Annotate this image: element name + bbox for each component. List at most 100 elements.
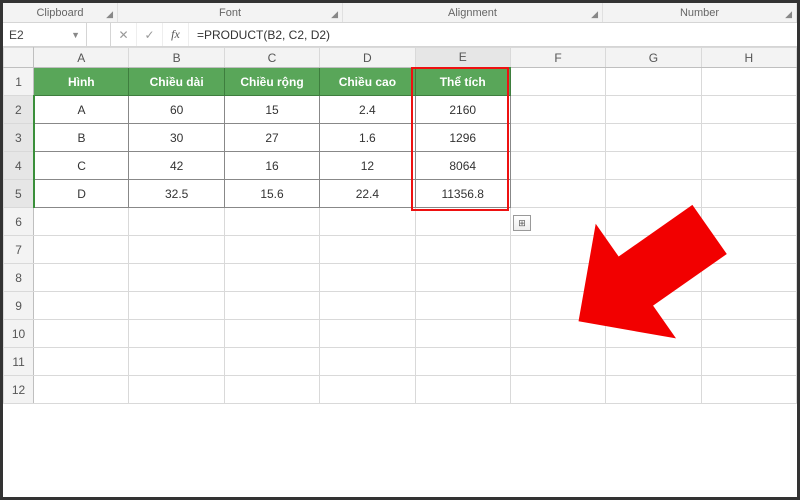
cell-A5[interactable]: D xyxy=(34,180,129,208)
spreadsheet-grid[interactable]: A B C D E F G H 1 Hình Chiều dài Chiều r… xyxy=(3,47,797,404)
cell-B2[interactable]: 60 xyxy=(129,96,224,124)
cell-F2[interactable] xyxy=(510,96,605,124)
name-box[interactable]: E2 ▼ xyxy=(3,23,87,46)
ribbon-group-label: Font xyxy=(219,7,241,19)
formula-text: =PRODUCT(B2, C2, D2) xyxy=(197,28,330,42)
cell-H3[interactable] xyxy=(701,124,796,152)
row-header-1[interactable]: 1 xyxy=(4,68,34,96)
row-header-5[interactable]: 5 xyxy=(4,180,34,208)
ribbon-group-clipboard: Clipboard ◢ xyxy=(3,3,118,22)
grid-row: 9 xyxy=(4,292,797,320)
cell-G4[interactable] xyxy=(606,152,701,180)
dialog-launcher-icon[interactable]: ◢ xyxy=(591,9,598,20)
cell-F4[interactable] xyxy=(510,152,605,180)
col-header-A[interactable]: A xyxy=(34,48,129,68)
col-header-C[interactable]: C xyxy=(224,48,319,68)
ribbon-group-font: Font ◢ xyxy=(118,3,343,22)
autofill-options-icon: ⊞ xyxy=(518,218,526,229)
row-header-8[interactable]: 8 xyxy=(4,264,34,292)
cell-D1[interactable]: Chiều cao xyxy=(320,68,415,96)
cell-F5[interactable] xyxy=(510,180,605,208)
cell-F3[interactable] xyxy=(510,124,605,152)
cell-B1[interactable]: Chiều dài xyxy=(129,68,224,96)
col-header-D[interactable]: D xyxy=(320,48,415,68)
insert-function-button[interactable]: fx xyxy=(163,23,189,46)
formula-enter-button[interactable]: ✓ xyxy=(137,23,163,46)
cell-E2[interactable]: 2160 xyxy=(415,96,510,124)
cell-G1[interactable] xyxy=(606,68,701,96)
cell-D2[interactable]: 2.4 xyxy=(320,96,415,124)
close-icon: ✕ xyxy=(118,28,128,42)
cell-A3[interactable]: B xyxy=(34,124,129,152)
cell-E3[interactable]: 1296 xyxy=(415,124,510,152)
chevron-down-icon[interactable]: ▼ xyxy=(71,30,80,40)
row-header-10[interactable]: 10 xyxy=(4,320,34,348)
dialog-launcher-icon[interactable]: ◢ xyxy=(331,9,338,20)
formula-input[interactable]: =PRODUCT(B2, C2, D2) xyxy=(189,23,797,46)
grid-row: 4 C 42 16 12 8064 xyxy=(4,152,797,180)
cell-H2[interactable] xyxy=(701,96,796,124)
row-header-3[interactable]: 3 xyxy=(4,124,34,152)
column-header-row: A B C D E F G H xyxy=(4,48,797,68)
dialog-launcher-icon[interactable]: ◢ xyxy=(106,9,113,20)
col-header-B[interactable]: B xyxy=(129,48,224,68)
formula-cancel-button[interactable]: ✕ xyxy=(111,23,137,46)
row-header-6[interactable]: 6 xyxy=(4,208,34,236)
grid-row: 11 xyxy=(4,348,797,376)
ribbon-group-alignment: Alignment ◢ xyxy=(343,3,603,22)
cell-D5[interactable]: 22.4 xyxy=(320,180,415,208)
ribbon-group-label: Number xyxy=(680,7,719,19)
grid-row: 3 B 30 27 1.6 1296 xyxy=(4,124,797,152)
cell-A4[interactable]: C xyxy=(34,152,129,180)
formula-bar-row: E2 ▼ ✕ ✓ fx =PRODUCT(B2, C2, D2) xyxy=(3,23,797,47)
name-box-value: E2 xyxy=(9,28,24,42)
cell-H4[interactable] xyxy=(701,152,796,180)
col-header-E[interactable]: E xyxy=(415,48,510,68)
cell-A2[interactable]: A xyxy=(34,96,129,124)
cell-H1[interactable] xyxy=(701,68,796,96)
cell-E5[interactable]: 11356.8 xyxy=(415,180,510,208)
cell-C3[interactable]: 27 xyxy=(224,124,319,152)
cell-G5[interactable] xyxy=(606,180,701,208)
cell-C2[interactable]: 15 xyxy=(224,96,319,124)
cell-C5[interactable]: 15.6 xyxy=(224,180,319,208)
cell-E4[interactable]: 8064 xyxy=(415,152,510,180)
row-header-9[interactable]: 9 xyxy=(4,292,34,320)
cell-D4[interactable]: 12 xyxy=(320,152,415,180)
grid-row: 10 xyxy=(4,320,797,348)
grid-row: 8 xyxy=(4,264,797,292)
row-header-2[interactable]: 2 xyxy=(4,96,34,124)
grid-row: 5 D 32.5 15.6 22.4 11356.8 xyxy=(4,180,797,208)
autofill-options-button[interactable]: ⊞ xyxy=(513,215,531,231)
select-all-corner[interactable] xyxy=(4,48,34,68)
ribbon-group-number: Number ◢ xyxy=(603,3,797,22)
col-header-H[interactable]: H xyxy=(701,48,796,68)
cell-G2[interactable] xyxy=(606,96,701,124)
ribbon-group-bar: Clipboard ◢ Font ◢ Alignment ◢ Number ◢ xyxy=(3,3,797,23)
dialog-launcher-icon[interactable]: ◢ xyxy=(785,9,792,20)
cell-F1[interactable] xyxy=(510,68,605,96)
cell-D3[interactable]: 1.6 xyxy=(320,124,415,152)
cell-B5[interactable]: 32.5 xyxy=(129,180,224,208)
cell-G3[interactable] xyxy=(606,124,701,152)
fx-icon: fx xyxy=(171,27,180,42)
grid-row: 7 xyxy=(4,236,797,264)
grid-row: 1 Hình Chiều dài Chiều rộng Chiều cao Th… xyxy=(4,68,797,96)
grid-row: 2 A 60 15 2.4 2160 xyxy=(4,96,797,124)
cell-H5[interactable] xyxy=(701,180,796,208)
grid-row: 12 xyxy=(4,376,797,404)
cell-E1[interactable]: Thể tích xyxy=(415,68,510,96)
row-header-12[interactable]: 12 xyxy=(4,376,34,404)
row-header-11[interactable]: 11 xyxy=(4,348,34,376)
cell-C4[interactable]: 16 xyxy=(224,152,319,180)
row-header-7[interactable]: 7 xyxy=(4,236,34,264)
checkmark-icon: ✓ xyxy=(144,28,154,42)
cell-B4[interactable]: 42 xyxy=(129,152,224,180)
grid-row: 6 xyxy=(4,208,797,236)
col-header-F[interactable]: F xyxy=(510,48,605,68)
row-header-4[interactable]: 4 xyxy=(4,152,34,180)
cell-B3[interactable]: 30 xyxy=(129,124,224,152)
col-header-G[interactable]: G xyxy=(606,48,701,68)
cell-C1[interactable]: Chiều rộng xyxy=(224,68,319,96)
cell-A1[interactable]: Hình xyxy=(34,68,129,96)
